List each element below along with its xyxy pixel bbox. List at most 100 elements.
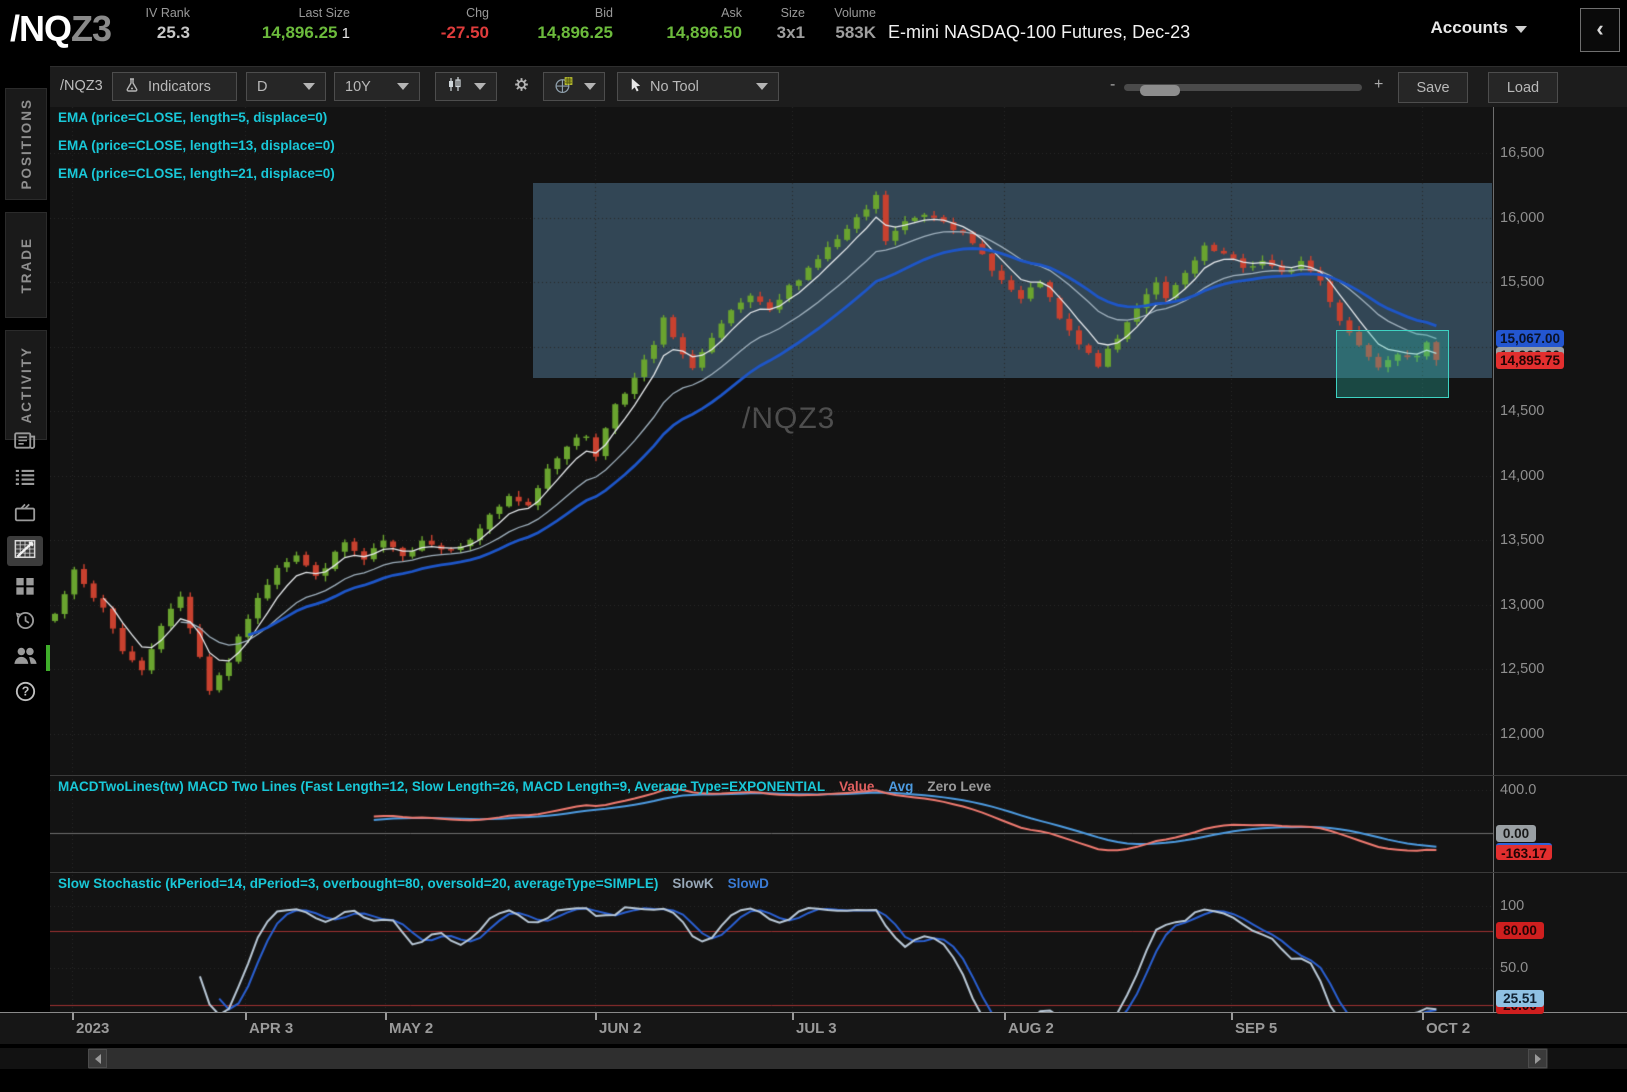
zero-badge: 0.00	[1496, 825, 1536, 842]
sidebar-tab-label: TRADE	[18, 236, 34, 294]
overbought-badge: 80.00	[1496, 922, 1544, 939]
macd-legend-avg: Avg	[888, 779, 914, 794]
panel-divider	[50, 872, 1627, 873]
price-tick-label: 16,000	[1500, 209, 1545, 226]
indicators-button[interactable]: Indicators	[112, 72, 237, 101]
quote-field-value: 14,896.25 1	[261, 23, 350, 42]
chart-grid-icon	[13, 538, 37, 565]
price-tick-label: 14,000	[1500, 467, 1545, 484]
symbol-suffix: Z3	[71, 8, 112, 49]
stochastic-study-label: Slow Stochastic (kPeriod=14, dPeriod=3, …	[58, 876, 769, 891]
quote-field-chg: Chg -27.50	[441, 6, 489, 43]
quote-field-label: Size	[780, 6, 805, 20]
chevron-down-icon	[397, 83, 409, 90]
collapse-panel-button[interactable]: ‹	[1580, 8, 1620, 52]
pattern-grid-icon	[554, 76, 573, 98]
time-tick-label: APR 3	[249, 1020, 294, 1037]
sidebar-news-icon[interactable]	[7, 428, 43, 458]
time-tick-label: 2023	[76, 1020, 110, 1037]
quote-field-label: Ask	[721, 6, 742, 20]
left-sidebar: POSITIONS TRADE ACTIVITY ?	[0, 62, 50, 1092]
cursor-icon	[628, 77, 643, 96]
sidebar-tv-icon[interactable]	[7, 500, 43, 530]
time-tick-mark	[595, 1013, 597, 1020]
chart-settings-button[interactable]	[502, 72, 536, 101]
quote-field-iv-rank: IV Rank 25.3	[146, 6, 190, 43]
quote-field-value: -27.50	[440, 23, 489, 42]
sidebar-tab-trade[interactable]: TRADE	[5, 212, 47, 318]
sidebar-chart-grid-icon[interactable]	[7, 536, 43, 566]
chevron-down-icon	[303, 83, 315, 90]
time-tick-mark	[1004, 1013, 1006, 1020]
range-dropdown[interactable]: 10Y	[334, 72, 420, 101]
price-tick-label: 13,000	[1500, 596, 1545, 613]
pattern-tool-dropdown[interactable]	[543, 72, 605, 101]
symbol-root: /NQ	[10, 8, 72, 49]
quote-field-value: 583K	[835, 23, 876, 42]
chart-style-dropdown[interactable]	[435, 72, 497, 101]
quote-field-value: 14,896.25	[537, 23, 613, 42]
sidebar-tab-positions[interactable]: POSITIONS	[5, 88, 47, 200]
tv-icon	[13, 502, 37, 528]
quote-field-bid: Bid 14,896.25	[537, 6, 613, 43]
people-icon	[13, 645, 38, 671]
ema21-badge: 15,067.00	[1496, 329, 1565, 347]
zoom-slider-thumb[interactable]	[1140, 85, 1180, 96]
macd-tick-label: 400.0	[1500, 782, 1537, 798]
load-button[interactable]: Load	[1488, 72, 1558, 103]
zoom-slider-track[interactable]	[1124, 84, 1362, 96]
price-tick-label: 14,500	[1500, 403, 1545, 419]
sidebar-list-icon[interactable]	[7, 465, 43, 495]
quote-field-size: Size 3x1	[777, 6, 805, 43]
accounts-dropdown[interactable]: Accounts	[1431, 18, 1527, 38]
highlight-zone-teal[interactable]	[1336, 330, 1449, 398]
sidebar-tab-label: POSITIONS	[18, 98, 34, 190]
sidebar-people-icon[interactable]	[7, 643, 43, 673]
sidebar-history-icon[interactable]	[7, 608, 43, 638]
quote-field-label: Bid	[594, 6, 613, 20]
drawing-tool-dropdown[interactable]: No Tool	[617, 72, 779, 101]
study-label-ema13: EMA (price=CLOSE, length=13, displace=0)	[58, 138, 335, 153]
time-tick-mark	[1231, 1013, 1233, 1020]
save-button[interactable]: Save	[1398, 72, 1468, 103]
zoom-out-label[interactable]: -	[1110, 76, 1115, 94]
quote-field-label: Last Size	[298, 6, 350, 20]
time-tick-mark	[792, 1013, 794, 1020]
triangle-left-icon	[94, 1053, 101, 1064]
quote-field-label: IV Rank	[145, 6, 190, 20]
quote-field-value: 25.3	[156, 23, 190, 42]
help-icon: ?	[14, 681, 37, 707]
horizontal-scrollbar[interactable]	[0, 1048, 1627, 1069]
zoom-in-label[interactable]: +	[1374, 76, 1383, 94]
quote-field-volume: Volume 583K	[834, 6, 876, 43]
study-label-ema21: EMA (price=CLOSE, length=21, displace=0)	[58, 166, 335, 181]
sidebar-apps-grid-icon[interactable]	[7, 573, 43, 603]
last-price-badge: 14,895.75	[1496, 351, 1565, 369]
toolbar-symbol-label: /NQZ3	[60, 78, 103, 94]
time-axis[interactable]: 2023 APR 3 MAY 2 JUN 2 JUL 3 AUG 2 SEP 5 OCT 2	[0, 1012, 1627, 1044]
price-tick-label: 12,000	[1500, 725, 1545, 742]
quote-field-value: 3x1	[776, 23, 805, 42]
chart-toolbar: /NQZ3 Indicators D 10Y No Tool - + Save …	[50, 66, 1627, 108]
sidebar-tab-activity[interactable]: ACTIVITY	[5, 330, 47, 440]
scrollbar-track[interactable]	[88, 1048, 1548, 1069]
timeframe-dropdown[interactable]: D	[246, 72, 326, 101]
macd-legend-value: Value	[839, 779, 875, 794]
history-icon	[14, 610, 37, 636]
macd-study-label: MACDTwoLines(tw) MACD Two Lines (Fast Le…	[58, 779, 992, 794]
sidebar-help-icon[interactable]: ?	[7, 679, 43, 709]
svg-text:?: ?	[21, 685, 29, 699]
price-tick-label: 12,500	[1500, 661, 1545, 677]
stoch-tick-label: 50.0	[1500, 960, 1529, 976]
study-label-ema5: EMA (price=CLOSE, length=5, displace=0)	[58, 110, 328, 125]
chevron-down-icon	[756, 83, 768, 90]
macd-value-badge: -163.17	[1496, 843, 1552, 861]
scroll-left-button[interactable]	[88, 1049, 107, 1068]
stoch-tick-label: 100	[1500, 898, 1525, 914]
gear-icon	[512, 76, 531, 97]
price-tick-label: 15,500	[1500, 274, 1545, 290]
scroll-right-button[interactable]	[1528, 1049, 1547, 1068]
trading-app-window: /NQZ3 IV Rank 25.3 Last Size 14,896.25 1 Chg…	[0, 0, 1627, 1092]
time-tick-mark	[245, 1013, 247, 1020]
sidebar-tab-label: ACTIVITY	[18, 346, 34, 424]
